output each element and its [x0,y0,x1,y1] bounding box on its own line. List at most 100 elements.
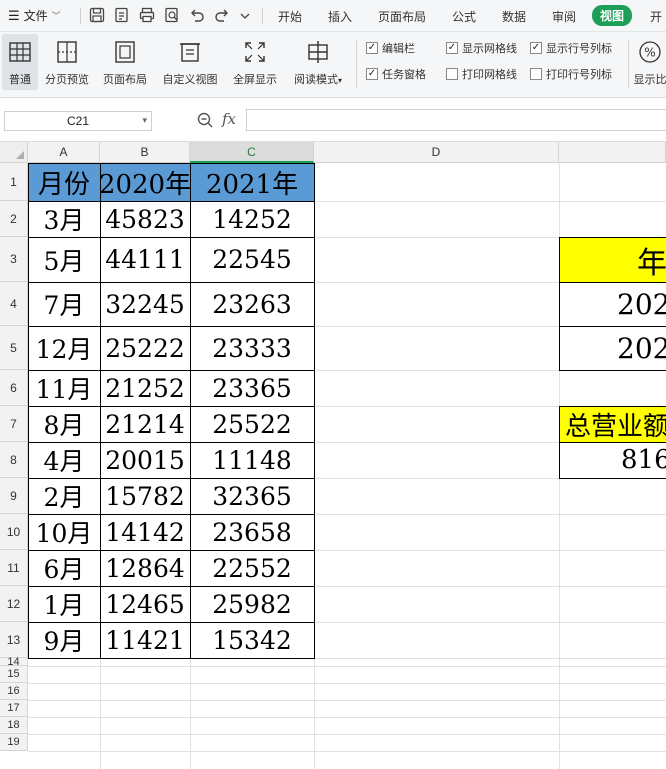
row-header-12[interactable]: 12 [0,586,28,622]
tab-page-layout[interactable]: 页面布局 [378,8,426,25]
row-header-9[interactable]: 9 [0,478,28,514]
chevron-down-icon[interactable]: ▾ [142,115,147,126]
table-cell[interactable]: 12864 [100,550,190,586]
table-header-cell[interactable]: 月份 [28,163,100,201]
row-header-11[interactable]: 11 [0,550,28,586]
formula-input[interactable] [246,109,666,131]
tab-insert[interactable]: 插入 [328,8,352,25]
table-cell[interactable]: 10月 [28,514,100,550]
custom-view-button[interactable]: 自定义视图 [158,34,222,90]
table-cell[interactable]: 32365 [190,478,314,514]
print-headings-checkbox[interactable]: 打印行号列标 [530,66,612,82]
table-cell[interactable]: 23365 [190,370,314,406]
table-cell[interactable]: 11148 [190,442,314,478]
column-header-a[interactable]: A [28,142,100,163]
row-header-15[interactable]: 15 [0,666,28,683]
year-cell-2020[interactable]: 202 [617,282,666,326]
tab-formulas[interactable]: 公式 [452,8,476,25]
chevron-down-icon[interactable] [238,6,252,24]
table-cell[interactable]: 15782 [100,478,190,514]
table-cell[interactable]: 25522 [190,406,314,442]
table-header-cell[interactable]: 2021年 [190,163,314,201]
tab-view[interactable]: 视图 [592,5,633,26]
row-header-3[interactable]: 3 [0,237,28,282]
table-cell[interactable]: 12月 [28,326,100,370]
name-box[interactable]: C21 ▾ [4,111,152,131]
select-all-corner[interactable] [0,142,28,163]
row-header-2[interactable]: 2 [0,201,28,237]
full-screen-button[interactable]: 全屏显示 [228,34,282,90]
tab-home[interactable]: 开始 [278,8,302,25]
table-cell[interactable]: 2月 [28,478,100,514]
save-icon[interactable] [88,6,106,24]
column-header-b[interactable]: B [100,142,190,163]
table-cell[interactable]: 22552 [190,550,314,586]
table-cell[interactable]: 23333 [190,326,314,370]
table-cell[interactable]: 11421 [100,622,190,658]
table-cell[interactable]: 23263 [190,282,314,326]
page-layout-view-button[interactable]: 页面布局 [98,34,152,90]
row-header-16[interactable]: 16 [0,683,28,700]
table-cell[interactable]: 3月 [28,201,100,237]
row-header-5[interactable]: 5 [0,326,28,370]
show-headings-checkbox[interactable]: ✓ 显示行号列标 [530,40,612,56]
table-cell[interactable]: 8月 [28,406,100,442]
export-pdf-icon[interactable] [113,6,131,24]
table-cell[interactable]: 23658 [190,514,314,550]
reading-mode-button[interactable]: 阅读模式▾ [288,34,348,90]
table-cell[interactable]: 25982 [190,586,314,622]
table-cell[interactable]: 14252 [190,201,314,237]
total-value-cell[interactable]: 816 [621,442,666,478]
zoom-button[interactable]: % 显示比 [634,34,666,90]
table-cell[interactable]: 44111 [100,237,190,282]
normal-view-button[interactable]: 普通 [2,34,38,90]
table-cell[interactable]: 6月 [28,550,100,586]
tab-review[interactable]: 审阅 [552,8,576,25]
row-header-18[interactable]: 18 [0,717,28,734]
row-header-6[interactable]: 6 [0,370,28,406]
show-gridlines-checkbox[interactable]: ✓ 显示网格线 [446,40,517,56]
column-header-d[interactable]: D [314,142,559,163]
table-cell[interactable]: 4月 [28,442,100,478]
fx-icon[interactable]: fx [222,110,236,128]
table-cell[interactable]: 12465 [100,586,190,622]
row-header-7[interactable]: 7 [0,406,28,442]
file-menu[interactable]: ☰ 文件 ﹀ [8,7,61,24]
row-header-14[interactable]: 14 [0,656,28,668]
print-preview-icon[interactable] [163,6,181,24]
table-cell[interactable]: 9月 [28,622,100,658]
table-cell[interactable]: 20015 [100,442,190,478]
tab-developer[interactable]: 开 [650,8,662,25]
print-icon[interactable] [138,6,156,24]
table-cell[interactable]: 15342 [190,622,314,658]
task-pane-checkbox[interactable]: ✓ 任务窗格 [366,66,426,82]
row-header-4[interactable]: 4 [0,282,28,326]
table-cell[interactable]: 7月 [28,282,100,326]
row-header-10[interactable]: 10 [0,514,28,550]
table-cell[interactable]: 45823 [100,201,190,237]
table-cell[interactable]: 14142 [100,514,190,550]
table-cell[interactable]: 21214 [100,406,190,442]
table-header-cell[interactable]: 2020年 [100,163,190,201]
table-cell[interactable]: 25222 [100,326,190,370]
table-cell[interactable]: 1月 [28,586,100,622]
zoom-magnifier-icon[interactable] [196,111,214,129]
spreadsheet-grid[interactable]: A B C D 1 2 3 4 5 6 7 8 9 10 11 12 13 14 15 16 17 18 19 月份 2020年… [0,142,666,769]
print-gridlines-checkbox[interactable]: 打印网格线 [446,66,517,82]
column-header-e[interactable] [559,142,666,163]
table-cell[interactable]: 21252 [100,370,190,406]
row-header-1[interactable]: 1 [0,163,28,201]
row-header-8[interactable]: 8 [0,442,28,478]
row-header-17[interactable]: 17 [0,700,28,717]
column-header-c[interactable]: C [190,142,314,163]
year-cell-2021[interactable]: 202 [617,326,666,370]
tab-data[interactable]: 数据 [502,8,526,25]
table-cell[interactable]: 5月 [28,237,100,282]
table-cell[interactable]: 32245 [100,282,190,326]
table-cell[interactable]: 22545 [190,237,314,282]
row-header-19[interactable]: 19 [0,734,28,751]
row-header-13[interactable]: 13 [0,622,28,658]
undo-icon[interactable] [188,6,206,24]
formula-bar-checkbox[interactable]: ✓ 编辑栏 [366,40,415,56]
redo-icon[interactable] [213,6,231,24]
